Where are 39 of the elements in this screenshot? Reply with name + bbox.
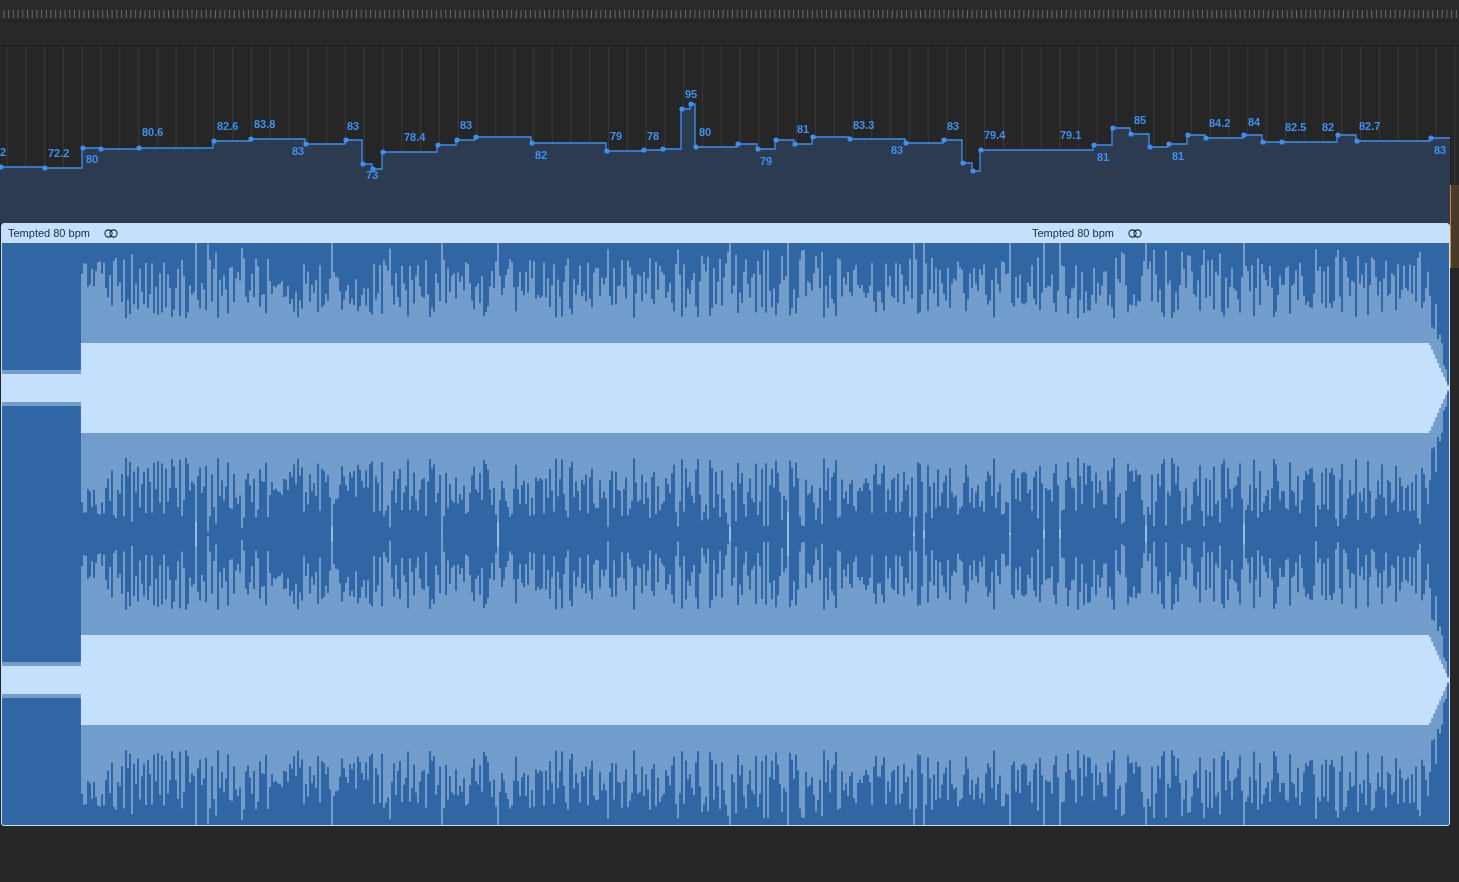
tempo-value: 79.4 (984, 129, 1006, 141)
tempo-value: 73 (366, 169, 379, 181)
tempo-value: 79.1 (1060, 129, 1082, 141)
tempo-value: 80.6 (142, 126, 164, 138)
loop-icon (104, 229, 118, 238)
region-name: Tempted 80 bpm (8, 227, 90, 240)
tempo-value: 81 (1097, 151, 1110, 163)
region-header[interactable]: Tempted 80 bpm Tempted 80 bpm (2, 224, 1449, 243)
tempo-value: 85 (1134, 114, 1147, 126)
audio-region[interactable]: Tempted 80 bpm Tempted 80 bpm (1, 223, 1450, 826)
tempo-value: 83 (1434, 144, 1447, 156)
tempo-value: 78.4 (404, 131, 426, 143)
tempo-curve-drawing[interactable] (0, 101, 1451, 223)
tempo-value: 79 (610, 130, 623, 142)
tempo-value: 82.5 (1285, 121, 1307, 133)
tempo-value: 81 (797, 123, 810, 135)
tempo-value: 83 (947, 120, 960, 132)
tempo-value: 83.3 (853, 119, 875, 131)
tempo-value: 81 (1172, 150, 1185, 162)
tempo-value: 78 (647, 130, 660, 142)
tempo-value: 83 (347, 120, 360, 132)
tempo-value: 84 (1248, 116, 1261, 128)
tempo-value: 84.2 (1209, 117, 1231, 129)
tempo-value: 83 (292, 145, 305, 157)
tempo-value: 82 (1322, 121, 1335, 133)
tempo-value: 83 (891, 144, 904, 156)
tempo-value: 80 (86, 153, 99, 165)
tempo-value: 83 (460, 119, 473, 131)
tempo-value: 82.7 (1359, 120, 1381, 132)
loop-icon (1128, 229, 1142, 238)
tempo-value: 72.2 (48, 147, 70, 159)
tempo-value: 82 (535, 149, 548, 161)
tempo-value: 83.8 (254, 118, 276, 130)
tempo-value: 82.6 (217, 120, 239, 132)
tempo-value: 2 (0, 146, 7, 158)
region-name: Tempted 80 bpm (1032, 227, 1114, 240)
tempo-value: 80 (699, 126, 712, 138)
tempo-value: 95 (685, 88, 698, 100)
tempo-value: 79 (760, 155, 773, 167)
